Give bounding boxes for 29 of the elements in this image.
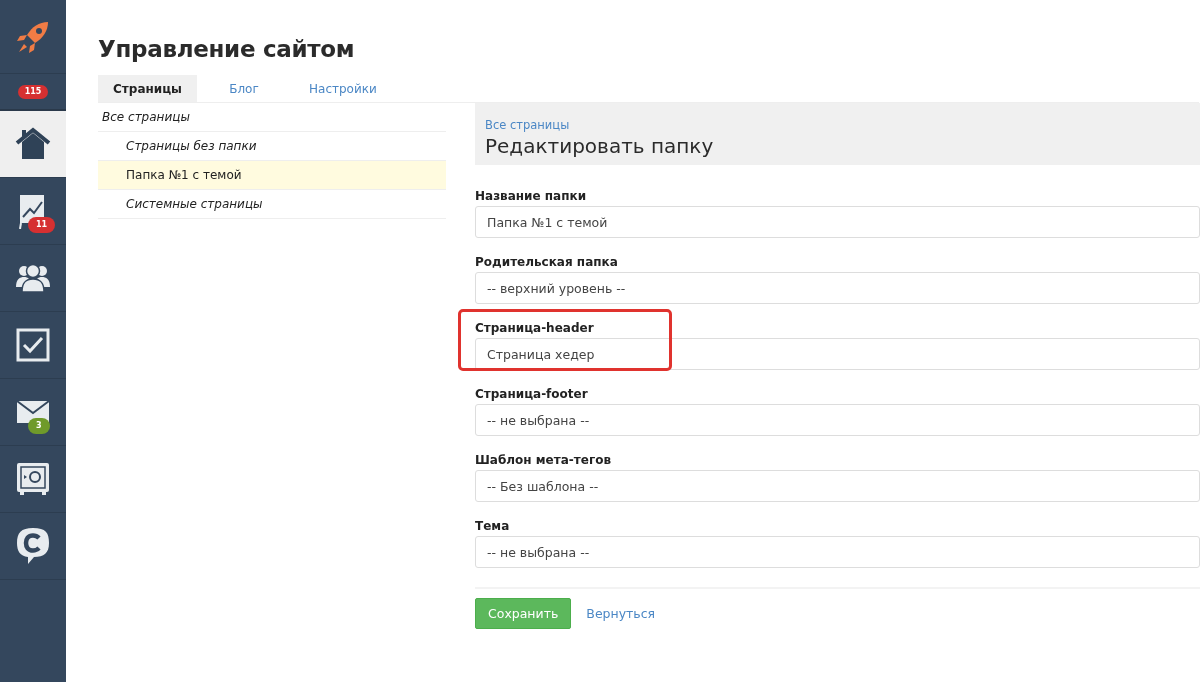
panel-title: Редактировать папку [485, 134, 715, 158]
tab[interactable]: Настройки [291, 75, 395, 102]
field-label: Название папки [475, 188, 588, 205]
field-label: Шаблон мета-тегов [475, 452, 612, 469]
back-link[interactable]: Вернуться [586, 606, 656, 621]
tree-item[interactable]: Системные страницы [98, 190, 446, 219]
field-label: Страница-header [475, 320, 595, 337]
input-field[interactable]: Страница хедер [475, 338, 1200, 370]
safe-icon[interactable] [16, 462, 50, 496]
checkbox-icon[interactable] [16, 328, 50, 362]
count-badge: 3 [28, 418, 50, 434]
input-field[interactable]: -- не выбрана -- [475, 404, 1200, 436]
input-field[interactable]: -- Без шаблона -- [475, 470, 1200, 502]
input-field[interactable]: -- не выбрана -- [475, 536, 1200, 568]
tab[interactable]: Страницы [98, 75, 197, 102]
tree-item[interactable]: Все страницы [98, 103, 446, 132]
home-icon[interactable] [15, 127, 51, 161]
count-badge: 115 [17, 84, 49, 99]
tree-item[interactable]: Папка №1 с темой [98, 161, 446, 190]
page-title: Управление сайтом [98, 36, 356, 62]
input-field[interactable]: Папка №1 с темой [475, 206, 1200, 238]
field-label: Тема [475, 518, 511, 535]
count-badge: 11 [28, 217, 56, 233]
chat-logo-icon[interactable] [16, 527, 50, 565]
tab[interactable]: Блог [197, 75, 291, 102]
input-field[interactable]: -- верхний уровень -- [475, 272, 1200, 304]
people-icon[interactable] [15, 263, 51, 293]
field-label: Страница-footer [475, 386, 589, 403]
field-label: Родительская папка [475, 254, 619, 271]
